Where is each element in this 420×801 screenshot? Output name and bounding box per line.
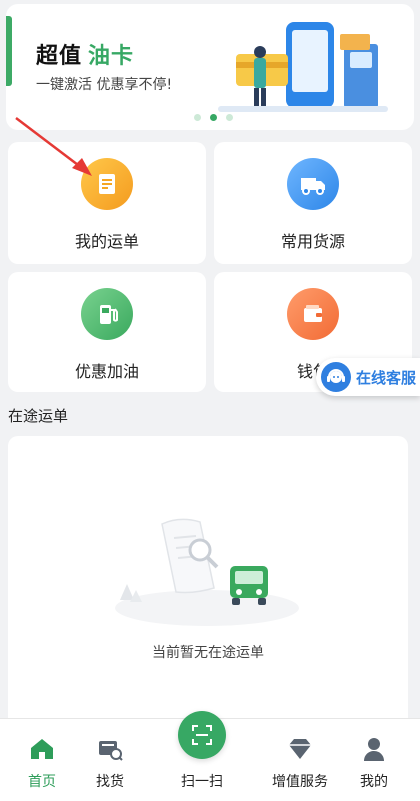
truck-icon	[287, 158, 339, 210]
user-icon	[364, 738, 384, 761]
headset-icon	[321, 362, 351, 392]
fuel-pump-icon	[81, 288, 133, 340]
tab-label: 找货	[96, 774, 124, 790]
online-service-label: 在线客服	[356, 368, 417, 387]
banner-title-text: 超值	[36, 44, 83, 69]
empty-waybill-illustration	[115, 518, 299, 626]
empty-state-text: 当前暂无在途运单	[152, 645, 264, 661]
banner-dot[interactable]	[226, 114, 233, 121]
banner-pagination	[194, 114, 233, 121]
search-goods-icon	[99, 741, 123, 761]
wallet-icon	[287, 288, 339, 340]
tab-scan[interactable]: 扫一扫	[160, 711, 244, 801]
quick-action-label: 常用货源	[280, 232, 345, 251]
tab-find-goods[interactable]: 找货	[68, 719, 152, 801]
banner-title-accent: 油卡	[88, 44, 135, 69]
home-icon	[31, 739, 53, 759]
in-transit-panel: 当前暂无在途运单	[8, 436, 408, 736]
section-title-in-transit: 在途运单	[8, 407, 69, 425]
quick-action-label: 我的运单	[74, 232, 139, 251]
promo-banner[interactable]: 超值 油卡 一键激活 优惠享不停!	[6, 4, 414, 130]
online-service-button[interactable]: 在线客服	[316, 358, 420, 396]
quick-action-common-goods[interactable]: 常用货源	[214, 142, 412, 264]
annotation-arrow	[15, 117, 92, 176]
tab-label: 我的	[360, 774, 388, 790]
banner-dot[interactable]	[194, 114, 201, 121]
tab-profile[interactable]: 我的	[332, 719, 416, 801]
tab-label: 扫一扫	[181, 774, 223, 790]
bottom-tab-bar: 首页 找货 扫一扫 增值服务 我的	[0, 711, 420, 801]
quick-action-label: 优惠加油	[74, 362, 139, 381]
fuel-card-illustration	[218, 22, 388, 112]
banner-title: 超值 油卡	[36, 38, 134, 70]
tab-label: 增值服务	[272, 774, 328, 790]
banner-dot-active[interactable]	[210, 114, 217, 121]
quick-action-discount-fuel[interactable]: 优惠加油	[8, 272, 206, 392]
banner-subtitle: 一键激活 优惠享不停!	[36, 77, 173, 93]
tab-value-added-services[interactable]: 增值服务	[258, 719, 342, 801]
scan-icon	[178, 711, 226, 759]
diamond-icon	[289, 739, 311, 759]
banner-edge	[6, 16, 12, 86]
